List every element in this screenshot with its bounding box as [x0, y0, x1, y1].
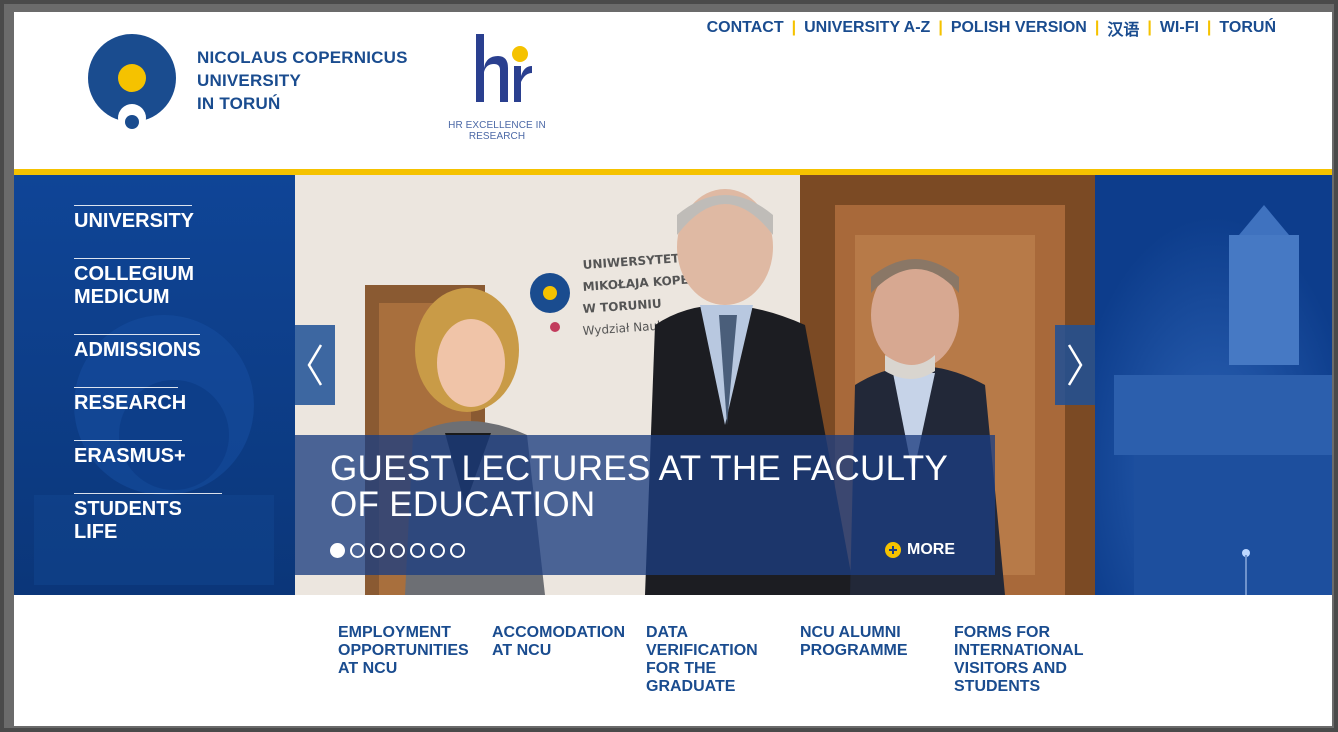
main-nav-label: MEDICUM	[74, 286, 170, 308]
top-nav-separator: |	[791, 19, 797, 36]
slider-dot[interactable]	[390, 543, 405, 558]
chevron-left-icon	[307, 344, 323, 386]
hr-excellence-link[interactable]: HR EXCELLENCE IN RESEARCH	[422, 32, 572, 142]
top-nav-chinese[interactable]: 汉语	[1107, 16, 1139, 40]
main-nav-label: ERASMUS+	[74, 445, 186, 467]
university-name-line: IN TORUŃ	[197, 94, 281, 113]
top-nav-separator: |	[938, 19, 943, 36]
slider-dot[interactable]	[430, 543, 445, 558]
hr-logo-icon	[476, 34, 532, 102]
quick-links: EMPLOYMENT OPPORTUNITIES AT NCU ACCOMODA…	[338, 624, 1108, 696]
main-nav: UNIVERSITY COLLEGIUM MEDICUM ADMISSIONS …	[74, 205, 274, 569]
hero-section: UNIVERSITY COLLEGIUM MEDICUM ADMISSIONS …	[14, 175, 1332, 595]
top-nav-university-a-z[interactable]: UNIVERSITY A-Z	[804, 19, 930, 37]
quick-link-line: FOR THE	[646, 660, 717, 677]
main-nav-collegium-medicum[interactable]: COLLEGIUM MEDICUM	[74, 258, 194, 309]
quick-link-line: DATA	[646, 624, 689, 641]
slider-next-button[interactable]	[1055, 325, 1095, 405]
top-nav-separator: |	[1206, 19, 1212, 36]
main-nav-research[interactable]: RESEARCH	[74, 387, 186, 415]
plus-circle-icon	[885, 542, 901, 558]
university-logo-link[interactable]: NICOLAUS COPERNICUS UNIVERSITY IN TORUŃ	[88, 34, 418, 134]
quick-link-line: ACCOMODATION	[492, 624, 626, 641]
chevron-right-icon	[1067, 344, 1083, 386]
quick-link-employment[interactable]: EMPLOYMENT OPPORTUNITIES AT NCU	[338, 624, 492, 696]
browser-frame: NICOLAUS COPERNICUS UNIVERSITY IN TORUŃ …	[0, 0, 1338, 732]
quick-link-line: EMPLOYMENT	[338, 624, 451, 641]
quick-link-line: FORMS FOR	[954, 624, 1050, 641]
top-nav-contact[interactable]: CONTACT	[707, 19, 784, 37]
slider-prev-button[interactable]	[295, 325, 335, 405]
slider-dot[interactable]	[410, 543, 425, 558]
main-nav-label: UNIVERSITY	[74, 210, 195, 232]
quick-link-line: OPPORTUNITIES	[338, 642, 469, 659]
quick-link-alumni[interactable]: NCU ALUMNI PROGRAMME	[800, 624, 954, 696]
university-logo-icon	[88, 34, 176, 132]
university-name-line: UNIVERSITY	[197, 71, 302, 90]
quick-link-line: PROGRAMME	[800, 642, 908, 659]
quick-link-forms[interactable]: FORMS FOR INTERNATIONAL VISITORS AND STU…	[954, 624, 1108, 696]
top-nav-wifi[interactable]: WI-FI	[1160, 19, 1199, 37]
university-name: NICOLAUS COPERNICUS UNIVERSITY IN TORUŃ	[197, 46, 408, 115]
top-nav-polish-version[interactable]: POLISH VERSION	[951, 19, 1087, 37]
top-nav-torun[interactable]: TORUŃ	[1219, 19, 1276, 37]
slider-dot[interactable]	[370, 543, 385, 558]
quick-link-data-verification[interactable]: DATA VERIFICATION FOR THE GRADUATE	[646, 624, 800, 696]
top-nav-separator: |	[1147, 19, 1152, 36]
main-nav-label: ADMISSIONS	[74, 339, 201, 361]
main-nav-label: RESEARCH	[74, 392, 187, 414]
quick-link-line: STUDENTS	[954, 678, 1041, 695]
quick-link-line: VERIFICATION	[646, 642, 758, 659]
more-label: MORE	[907, 541, 955, 558]
university-name-line: NICOLAUS COPERNICUS	[197, 48, 408, 67]
top-nav-separator: |	[1094, 19, 1100, 36]
quick-link-line: AT NCU	[492, 642, 552, 659]
slide-caption: GUEST LECTURES AT THE FACULTY OF EDUCATI…	[295, 435, 995, 575]
quick-link-line: AT NCU	[338, 660, 398, 677]
main-nav-university[interactable]: UNIVERSITY	[74, 205, 195, 233]
quick-link-line: NCU ALUMNI	[800, 624, 901, 641]
main-nav-erasmus[interactable]: ERASMUS+	[74, 440, 186, 468]
hr-caption: HR EXCELLENCE IN RESEARCH	[448, 120, 546, 142]
main-nav-label: STUDENTS LIFE	[74, 498, 182, 543]
slider-dot[interactable]	[450, 543, 465, 558]
slide-title[interactable]: GUEST LECTURES AT THE FACULTY OF EDUCATI…	[330, 451, 970, 523]
main-nav-students-life[interactable]: STUDENTS LIFE	[74, 493, 222, 544]
quick-link-line: VISITORS AND	[954, 660, 1067, 677]
main-nav-admissions[interactable]: ADMISSIONS	[74, 334, 201, 362]
more-button[interactable]: MORE	[885, 541, 955, 559]
top-nav: CONTACT | UNIVERSITY A-Z | POLISH VERSIO…	[707, 16, 1276, 40]
slider-dot[interactable]	[330, 543, 345, 558]
header: NICOLAUS COPERNICUS UNIVERSITY IN TORUŃ …	[14, 12, 1332, 169]
page: NICOLAUS COPERNICUS UNIVERSITY IN TORUŃ …	[14, 12, 1332, 726]
slider-dot[interactable]	[350, 543, 365, 558]
quick-link-line: GRADUATE	[646, 678, 736, 695]
quick-link-line: INTERNATIONAL	[954, 642, 1084, 659]
main-nav-label: COLLEGIUM	[74, 263, 194, 285]
slider-pagination	[330, 543, 470, 558]
quick-link-accomodation[interactable]: ACCOMODATION AT NCU	[492, 624, 646, 696]
